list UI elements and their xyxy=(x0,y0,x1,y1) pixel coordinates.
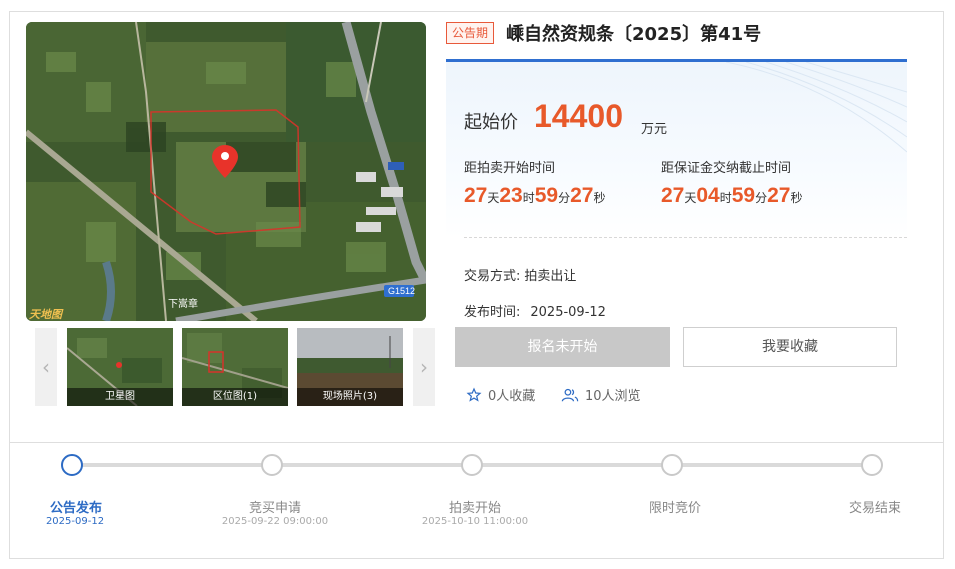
unit-day: 天 xyxy=(684,191,697,205)
thumbnail-location[interactable]: 区位图(1) xyxy=(182,328,288,406)
map-village-label: 下嵩章 xyxy=(168,299,198,310)
step-dot-announce xyxy=(61,454,83,476)
thumbnail-satellite[interactable]: 卫星图 xyxy=(67,328,173,406)
step-dot-timed-bidding xyxy=(661,454,683,476)
publish-time-label: 发布时间: xyxy=(464,305,521,320)
step-label-announce: 公告发布 xyxy=(49,501,102,516)
step-dot-auction-start xyxy=(461,454,483,476)
step-label-complete: 交易结束 xyxy=(848,501,901,516)
countdown-days: 27 xyxy=(661,184,685,207)
satellite-image[interactable]: G1512 下嵩章 天地图 xyxy=(26,22,426,321)
unit-hour: 时 xyxy=(522,191,535,205)
status-badge: 公告期 xyxy=(446,22,495,44)
step-dot-apply xyxy=(261,454,283,476)
map-road-label: G1512 xyxy=(388,286,416,296)
unit-minute: 分 xyxy=(755,191,768,205)
unit-hour: 时 xyxy=(719,191,732,205)
favorites-text: 0人收藏 xyxy=(488,389,536,404)
star-icon xyxy=(466,386,482,402)
thumbnail-next-button[interactable]: › xyxy=(413,328,435,406)
countdown-seconds: 27 xyxy=(767,184,791,207)
step-label-auction-start: 拍卖开始 xyxy=(448,501,501,516)
auction-countdown: 27天23时59分27秒 xyxy=(464,184,606,208)
countdown-days: 27 xyxy=(464,184,488,207)
step-label-apply: 竞买申请 xyxy=(248,501,301,516)
map-watermark: 天地图 xyxy=(29,308,62,321)
price-unit: 万元 xyxy=(641,122,668,137)
chevron-left-icon: ‹ xyxy=(42,355,50,379)
unit-day: 天 xyxy=(487,191,500,205)
unit-second: 秒 xyxy=(593,191,606,205)
countdown-seconds: 27 xyxy=(570,184,594,207)
price-value: 14400 xyxy=(534,98,623,134)
dashed-divider xyxy=(464,237,907,238)
publish-time-value: 2025-09-12 xyxy=(530,305,606,320)
section-divider xyxy=(10,442,943,443)
price-label: 起始价 xyxy=(464,112,518,133)
trade-method-label: 交易方式: xyxy=(464,269,521,284)
users-icon xyxy=(561,388,579,401)
auction-countdown-label: 距拍卖开始时间 xyxy=(464,161,556,176)
page-title: 嵊自然资规条〔2025〕第41号 xyxy=(506,24,762,45)
thumbnail-site-photo[interactable]: 现场照片(3) xyxy=(297,328,403,406)
favorite-button[interactable]: 我要收藏 xyxy=(683,327,897,367)
price-panel xyxy=(446,62,907,238)
chevron-right-icon: › xyxy=(420,355,428,379)
countdown-hours: 04 xyxy=(696,184,720,207)
thumbnail-prev-button[interactable]: ‹ xyxy=(35,328,57,406)
unit-second: 秒 xyxy=(790,191,803,205)
thumbnail-caption: 现场照片(3) xyxy=(297,388,403,406)
thumbnail-caption: 卫星图 xyxy=(67,388,173,406)
favorites-count: 0人收藏 xyxy=(466,385,535,404)
trade-method-value: 拍卖出让 xyxy=(524,269,577,284)
deposit-countdown: 27天04时59分27秒 xyxy=(661,184,803,208)
step-date-announce: 2025-09-12 xyxy=(45,516,105,527)
thumbnail-caption: 区位图(1) xyxy=(182,388,288,406)
views-count: 10人浏览 xyxy=(561,385,641,404)
countdown-minutes: 59 xyxy=(731,184,756,207)
deposit-countdown-label: 距保证金交纳截止时间 xyxy=(661,161,792,176)
trade-method: 交易方式: 拍卖出让 xyxy=(464,265,576,284)
step-label-timed-bidding: 限时竞价 xyxy=(648,501,701,516)
step-date-apply: 2025-09-22 09:00:00 xyxy=(221,516,329,527)
countdown-minutes: 59 xyxy=(534,184,559,207)
register-button[interactable]: 报名未开始 xyxy=(455,327,670,367)
countdown-hours: 23 xyxy=(499,184,523,207)
views-text: 10人浏览 xyxy=(585,389,641,404)
step-date-auction-start: 2025-10-10 11:00:00 xyxy=(421,516,529,527)
publish-time: 发布时间: 2025-09-12 xyxy=(464,301,606,320)
step-dot-complete xyxy=(861,454,883,476)
unit-minute: 分 xyxy=(558,191,571,205)
